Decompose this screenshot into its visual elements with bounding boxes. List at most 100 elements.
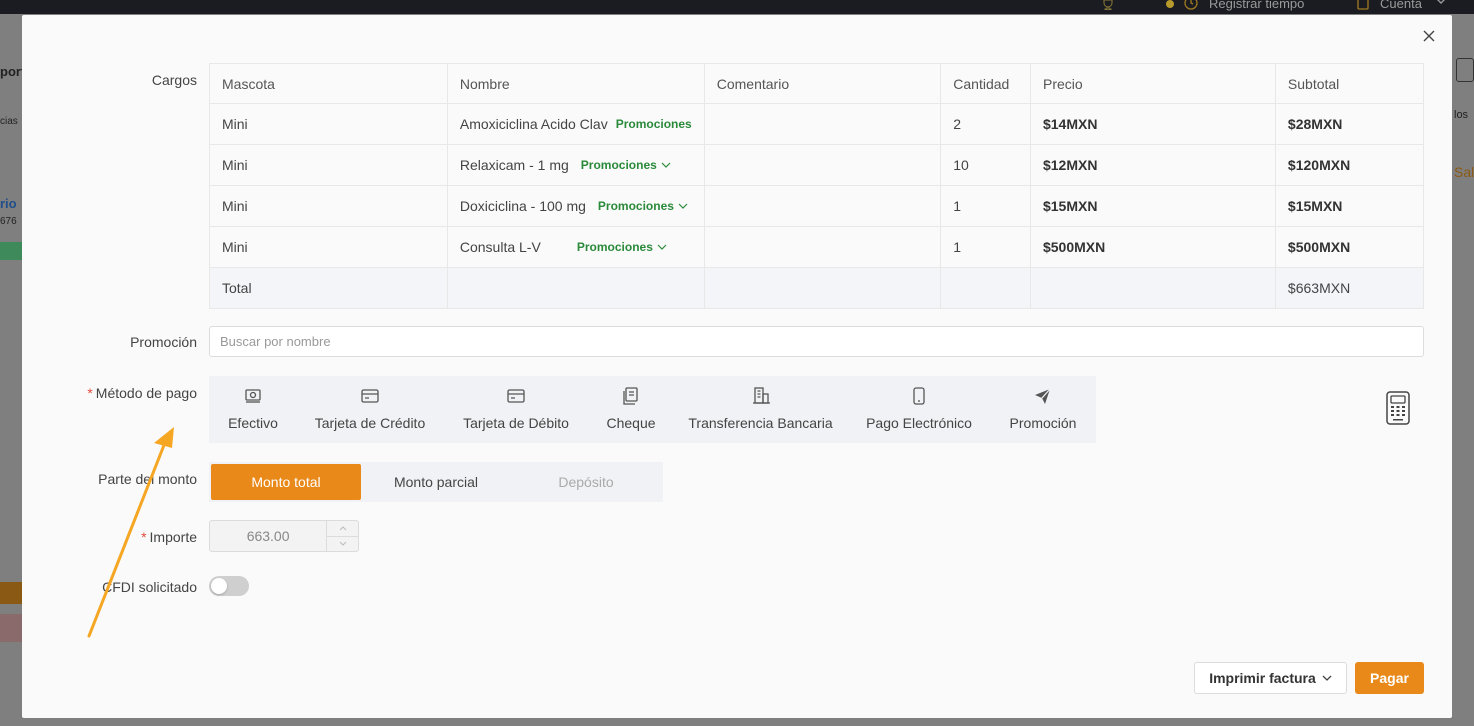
subtotal-cell: $120MXN bbox=[1274, 144, 1425, 186]
payment-modal: Cargos Mascota Nombre Comentario Cantida… bbox=[22, 15, 1452, 718]
background-topbar: Registrar tiempo Cuenta bbox=[0, 0, 1474, 14]
item-name: Consulta L-V bbox=[459, 239, 541, 255]
promotions-dropdown[interactable]: Promociones bbox=[577, 240, 667, 254]
payment-method-debit-card[interactable]: Tarjeta de Débito bbox=[443, 376, 589, 443]
cash-icon bbox=[245, 389, 261, 403]
increment-button[interactable] bbox=[327, 521, 358, 536]
cfdi-toggle[interactable] bbox=[209, 576, 249, 596]
bg-text: cias bbox=[0, 116, 18, 127]
promotions-dropdown[interactable]: Promociones bbox=[616, 117, 692, 131]
price-cell: $14MXN bbox=[1029, 103, 1276, 145]
charges-label: Cargos bbox=[151, 72, 197, 88]
print-invoice-button[interactable]: Imprimir factura bbox=[1194, 662, 1347, 694]
subtotal-cell: $15MXN bbox=[1274, 185, 1425, 227]
chevron-down-icon bbox=[678, 203, 688, 209]
table-row: Mini Doxiciclina - 100 mg Promociones 1 $… bbox=[209, 185, 1425, 227]
chevron-down-icon bbox=[661, 162, 671, 168]
payment-method-label: * Método de pago bbox=[87, 385, 197, 401]
close-button[interactable] bbox=[1420, 27, 1438, 45]
payment-method-cheque[interactable]: Cheque bbox=[589, 376, 673, 443]
pay-button[interactable]: Pagar bbox=[1355, 662, 1424, 694]
method-label: Pago Electrónico bbox=[866, 415, 972, 431]
decrement-button[interactable] bbox=[327, 535, 358, 552]
method-label: Tarjeta de Débito bbox=[463, 415, 569, 431]
quantity-cell: 1 bbox=[940, 185, 1031, 227]
promotions-label: Promociones bbox=[580, 158, 657, 172]
payment-method-credit-card[interactable]: Tarjeta de Crédito bbox=[297, 376, 443, 443]
print-invoice-label: Imprimir factura bbox=[1209, 670, 1316, 686]
comment-cell[interactable] bbox=[703, 226, 942, 268]
amount-label: * Importe bbox=[141, 529, 197, 545]
pet-cell: Mini bbox=[209, 144, 448, 186]
subtotal-cell: $28MXN bbox=[1274, 103, 1425, 145]
trophy-icon bbox=[1103, 0, 1113, 10]
chevron-down-icon bbox=[1322, 675, 1332, 681]
register-time-link: Registrar tiempo bbox=[1209, 0, 1305, 11]
table-row: Mini Consulta L-V Promociones 1 $500MXN $… bbox=[209, 226, 1425, 268]
chevron-down-icon bbox=[339, 541, 346, 546]
comment-cell[interactable] bbox=[703, 144, 942, 186]
item-name: Relaxicam - 1 mg bbox=[459, 157, 569, 173]
method-label: Transferencia Bancaria bbox=[688, 415, 833, 431]
promotion-search-input[interactable] bbox=[209, 326, 1424, 357]
chevron-up-icon bbox=[339, 526, 346, 531]
quantity-cell: 2 bbox=[940, 103, 1031, 145]
cfdi-label: CFDI solicitado bbox=[102, 579, 197, 595]
amount-stepper bbox=[326, 521, 358, 551]
quantity-cell: 1 bbox=[940, 226, 1031, 268]
promotion-label: Promoción bbox=[130, 334, 197, 350]
column-header: Comentario bbox=[703, 63, 942, 104]
chevron-down-icon bbox=[657, 244, 667, 250]
promotions-label: Promociones bbox=[597, 199, 674, 213]
clock-icon bbox=[1184, 0, 1198, 10]
payment-method-electronic[interactable]: Pago Electrónico bbox=[848, 376, 990, 443]
column-header: Precio bbox=[1029, 63, 1276, 104]
column-header: Subtotal bbox=[1274, 63, 1425, 104]
payment-method-selector: Efectivo Tarjeta de Crédito Tarjeta de D… bbox=[209, 376, 1096, 443]
column-header: Nombre bbox=[446, 63, 705, 104]
account-icon bbox=[1357, 0, 1369, 10]
account-link: Cuenta bbox=[1380, 0, 1422, 11]
bank-icon bbox=[752, 387, 770, 404]
table-row: Mini Relaxicam - 1 mg Promociones 10 $12M… bbox=[209, 144, 1425, 186]
pet-cell: Mini bbox=[209, 185, 448, 227]
promotions-label: Promociones bbox=[576, 240, 653, 254]
charges-table: Mascota Nombre Comentario Cantidad Preci… bbox=[209, 63, 1425, 309]
comment-cell[interactable] bbox=[703, 185, 942, 227]
promotions-label: Promociones bbox=[615, 117, 692, 131]
payment-method-cash[interactable]: Efectivo bbox=[209, 376, 297, 443]
method-label: Cheque bbox=[606, 415, 656, 431]
promotions-dropdown[interactable]: Promociones bbox=[598, 199, 688, 213]
column-header: Mascota bbox=[209, 63, 448, 104]
bg-text: los bbox=[1454, 109, 1469, 121]
send-icon bbox=[1035, 388, 1051, 404]
pet-cell: Mini bbox=[209, 103, 448, 145]
amount-input[interactable]: 663.00 bbox=[209, 520, 359, 552]
total-row: Total $663MXN bbox=[209, 267, 1425, 309]
comment-cell[interactable] bbox=[703, 103, 942, 145]
pet-cell: Mini bbox=[209, 226, 448, 268]
price-cell: $15MXN bbox=[1029, 185, 1276, 227]
chevron-down-icon bbox=[1437, 0, 1445, 4]
promotions-dropdown[interactable]: Promociones bbox=[581, 158, 671, 172]
price-cell: $500MXN bbox=[1029, 226, 1276, 268]
subtotal-cell: $500MXN bbox=[1274, 226, 1425, 268]
amount-total-option[interactable]: Monto total bbox=[211, 464, 361, 500]
toggle-knob bbox=[211, 578, 227, 594]
credit-card-icon bbox=[361, 389, 379, 403]
cheque-icon bbox=[623, 387, 638, 405]
pos-terminal-button[interactable] bbox=[1385, 391, 1411, 425]
payment-method-promotion[interactable]: Promoción bbox=[990, 376, 1096, 443]
payment-method-bank-transfer[interactable]: Transferencia Bancaria bbox=[673, 376, 848, 443]
table-row: Mini Amoxiciclina Acido Clav Promociones … bbox=[209, 103, 1425, 145]
bg-text: port bbox=[0, 64, 22, 79]
quantity-cell: 10 bbox=[940, 144, 1031, 186]
method-label: Promoción bbox=[1009, 415, 1077, 431]
deposit-option[interactable]: Depósito bbox=[511, 464, 661, 500]
amount-value[interactable]: 663.00 bbox=[210, 521, 326, 551]
phone-icon bbox=[913, 387, 925, 405]
background-right-edge: los Sal bbox=[1452, 14, 1474, 726]
status-dot bbox=[1166, 0, 1174, 8]
amount-partial-option[interactable]: Monto parcial bbox=[361, 464, 511, 500]
pos-terminal-icon bbox=[1386, 391, 1410, 425]
